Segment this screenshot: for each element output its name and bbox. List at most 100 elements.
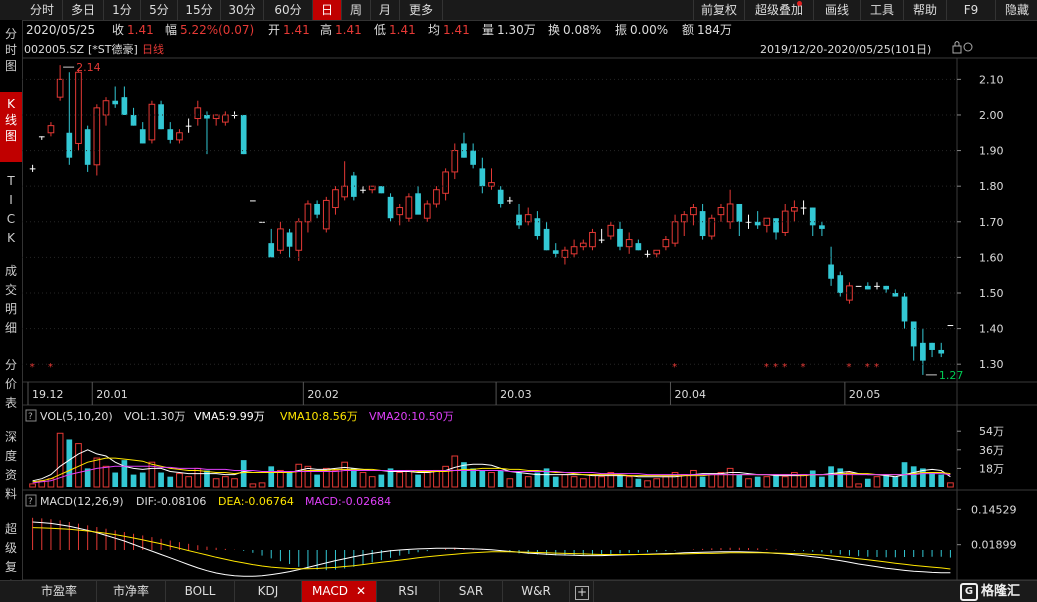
candle-body: [415, 193, 421, 215]
tab-monthly[interactable]: 月: [371, 0, 400, 20]
vol-indicator-name[interactable]: VOL(5,10,20): [40, 410, 113, 423]
event-star-icon: *: [773, 362, 778, 373]
close-icon[interactable]: ✕: [356, 584, 366, 598]
volume-bar: [570, 476, 578, 488]
macd-histogram: [32, 517, 951, 577]
f9-button[interactable]: F9: [946, 0, 995, 20]
sidebar-item-price-table[interactable]: 分价表: [0, 356, 22, 413]
price-tick-label: 2.10: [979, 73, 1004, 86]
candle-body: [552, 250, 559, 254]
volume-bar: [415, 474, 421, 487]
tab-5min[interactable]: 5分: [141, 0, 178, 20]
close-label: 收: [112, 23, 125, 37]
tab-daily[interactable]: 日: [313, 0, 342, 20]
tab-wr[interactable]: W&R: [503, 581, 570, 602]
volume-bar: [258, 482, 266, 488]
candle-body: [828, 264, 834, 279]
sidebar-item-tick[interactable]: TICK: [0, 172, 22, 248]
open-value: 1.41: [283, 23, 310, 37]
volume-bar: [589, 474, 596, 488]
sidebar-item-kline[interactable]: K线图: [0, 92, 22, 162]
amount-label: 额: [682, 23, 695, 37]
macd-indicator-name[interactable]: MACD(12,26,9): [40, 495, 124, 508]
volume-bar: [653, 478, 661, 488]
candle-body: [800, 207, 807, 209]
settings-gear-icon[interactable]: [963, 42, 973, 52]
tab-sar[interactable]: SAR: [440, 581, 503, 602]
volume-label: 量: [482, 23, 495, 37]
candle-body: [387, 196, 394, 219]
tab-30min[interactable]: 30分: [221, 0, 264, 20]
quote-date: 2020/05/25: [26, 23, 96, 37]
candle-body: [947, 325, 954, 327]
hide-button[interactable]: 隐藏: [995, 0, 1037, 20]
tools-button[interactable]: 工具: [860, 0, 903, 20]
tab-rsi[interactable]: RSI: [377, 581, 440, 602]
candle-body: [130, 114, 137, 126]
tab-boll[interactable]: BOLL: [166, 581, 235, 602]
candle-body: [837, 275, 844, 293]
event-star-icon: *: [672, 362, 677, 373]
volume-bars: [29, 432, 954, 488]
volume-bar: [341, 461, 348, 488]
candle-body: [570, 246, 578, 255]
tab-pb[interactable]: 市净率: [97, 581, 166, 602]
tab-pe[interactable]: 市盈率: [22, 581, 97, 602]
tab-kdj[interactable]: KDJ: [235, 581, 302, 602]
sidebar-item-trades[interactable]: 成交明细: [0, 262, 22, 338]
super-overlay-label: 超级叠加: [754, 3, 803, 17]
volume-bar: [240, 460, 247, 487]
date-tick-label: 20.05: [849, 388, 881, 401]
min-price-marker: 1.27: [925, 369, 963, 382]
candle-body: [690, 207, 697, 216]
volume-bar: [359, 472, 367, 488]
add-indicator-button[interactable]: +: [571, 581, 594, 602]
lock-icon[interactable]: [952, 41, 962, 54]
tab-fenshi[interactable]: 分时: [22, 0, 63, 20]
candle-body: [322, 199, 330, 230]
tab-weekly[interactable]: 周: [342, 0, 371, 20]
tab-1min[interactable]: 1分: [104, 0, 141, 20]
sidebar-item-fenshi[interactable]: 分时图: [0, 26, 22, 74]
tab-more[interactable]: 更多: [400, 0, 443, 20]
chart-area[interactable]: 002005.SZ [*ST德豪] 日线 2019/12/20-2020/05/…: [22, 40, 1037, 580]
super-overlay-button[interactable]: 超级叠加: [744, 0, 813, 20]
svg-text:?: ?: [28, 412, 33, 422]
amplitude-value: 0.00%: [630, 23, 669, 37]
brand-g-icon: G: [960, 582, 978, 601]
candle-body: [56, 78, 64, 98]
stock-name: [*ST德豪]: [88, 42, 138, 56]
draw-line-button[interactable]: 画线: [813, 0, 860, 20]
candle-body: [84, 129, 91, 165]
tab-duori[interactable]: 多日: [63, 0, 104, 20]
date-tick-label: 19.12: [32, 388, 64, 401]
candle-body: [507, 200, 513, 202]
low-value: 1.41: [389, 23, 416, 37]
sidebar-item-label: TICK: [6, 174, 16, 245]
candle-body: [644, 253, 651, 255]
volume-bar: [130, 474, 137, 487]
help-button[interactable]: 帮助: [903, 0, 946, 20]
volume-bar: [873, 476, 881, 488]
volume-bar: [690, 469, 697, 488]
volume-bar: [864, 478, 871, 487]
candle-body: [405, 196, 413, 219]
tab-macd[interactable]: MACD ✕: [302, 581, 377, 602]
volume-bar: [837, 468, 844, 487]
stock-code: 002005.SZ: [24, 43, 84, 56]
price-axis: 2.10 2.00 1.90 1.80 1.70 1.60 1.50 1.40 1.30: [22, 73, 1004, 371]
dea-value: DEA:-0.06764: [218, 495, 294, 508]
candle-body: [708, 217, 716, 237]
sidebar-item-depth[interactable]: 深度资料: [0, 428, 22, 504]
fuquan-button[interactable]: 前复权: [693, 0, 744, 20]
volume-bar: [396, 472, 404, 488]
candle-body: [819, 225, 825, 229]
volume-bar: [855, 483, 862, 488]
tab-15min[interactable]: 15分: [178, 0, 221, 20]
avg-label: 均: [428, 23, 441, 37]
max-price-marker: 2.14: [63, 61, 101, 74]
turnover-label: 换: [548, 23, 561, 37]
candle-body: [607, 224, 615, 237]
volume-bar: [828, 466, 834, 487]
tab-60min[interactable]: 60分: [264, 0, 313, 20]
